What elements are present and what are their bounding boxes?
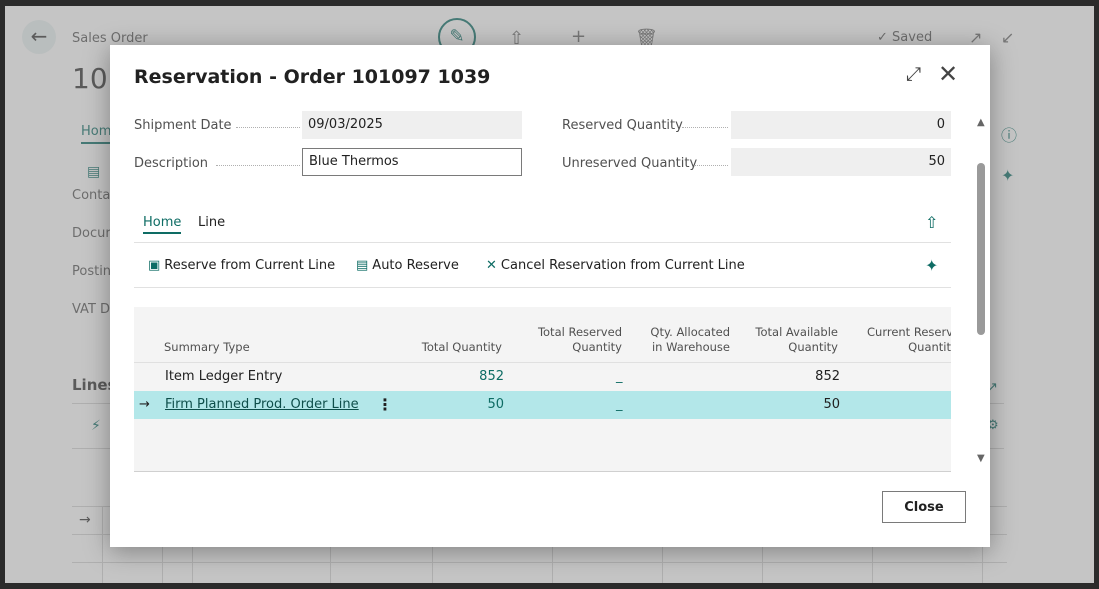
- unreserved-quantity-label: Unreserved Quantity: [562, 156, 698, 171]
- unreserved-quantity-field: 50: [731, 148, 951, 176]
- tab-home[interactable]: Home: [143, 215, 182, 234]
- shipment-date-label: Shipment Date: [134, 118, 232, 133]
- row-more-options-icon[interactable]: ⋮: [377, 391, 393, 419]
- auto-reserve-icon: ▤: [356, 258, 369, 273]
- divider: [134, 242, 951, 243]
- total-available-cell: 852: [815, 369, 840, 384]
- cancel-x-icon: ✕: [486, 258, 497, 273]
- col-header-current-reserved[interactable]: Current Reserve Quantit: [867, 325, 951, 355]
- cancel-reservation-button[interactable]: ✕ Cancel Reservation from Current Line: [486, 258, 745, 273]
- col-header-total-available[interactable]: Total Available Quantity: [738, 325, 838, 355]
- close-button[interactable]: Close: [882, 491, 966, 523]
- total-reserved-cell[interactable]: _: [616, 363, 623, 391]
- reservation-dialog: Reservation - Order 101097 1039 ⤢ ✕ Ship…: [110, 45, 990, 547]
- leader-dots: [694, 165, 728, 166]
- col-header-summary-type[interactable]: Summary Type: [164, 340, 250, 355]
- summary-type-cell: Item Ledger Entry: [165, 369, 283, 384]
- share-icon[interactable]: ⇧: [925, 213, 938, 232]
- reserve-from-current-line-button[interactable]: ▣ Reserve from Current Line: [148, 258, 335, 273]
- col-header-qty-allocated[interactable]: Qty. Allocated in Warehouse: [630, 325, 730, 355]
- close-icon[interactable]: ✕: [938, 60, 958, 88]
- table-row[interactable]: Item Ledger Entry 852 _ 852: [134, 362, 951, 390]
- scroll-down-arrow-icon[interactable]: ▼: [977, 453, 985, 464]
- row-arrow-icon: →: [139, 397, 150, 412]
- description-input[interactable]: Blue Thermos: [302, 148, 522, 176]
- reserve-icon: ▣: [148, 258, 161, 273]
- description-label: Description: [134, 156, 209, 171]
- pin-icon[interactable]: ✦: [925, 256, 938, 275]
- scrollbar-thumb[interactable]: [977, 163, 985, 335]
- auto-reserve-button[interactable]: ▤ Auto Reserve: [356, 258, 459, 273]
- tab-line[interactable]: Line: [198, 215, 225, 230]
- total-reserved-cell[interactable]: _: [616, 391, 623, 419]
- leader-dots: [216, 165, 300, 166]
- col-header-total-reserved[interactable]: Total Reserved Quantity: [512, 325, 622, 355]
- total-quantity-cell[interactable]: 50: [394, 391, 504, 419]
- dialog-title: Reservation - Order 101097 1039: [134, 66, 491, 88]
- shipment-date-field: 09/03/2025: [302, 111, 522, 139]
- summary-grid: Summary Type Total Quantity Total Reserv…: [134, 307, 951, 471]
- total-quantity-cell[interactable]: 852: [394, 363, 504, 391]
- expand-icon[interactable]: ⤢: [906, 63, 921, 85]
- total-available-cell: 50: [823, 397, 840, 412]
- leader-dots: [682, 127, 728, 128]
- divider: [134, 287, 951, 288]
- reserved-quantity-label: Reserved Quantity: [562, 118, 683, 133]
- reserved-quantity-field: 0: [731, 111, 951, 139]
- summary-type-link[interactable]: Firm Planned Prod. Order Line: [165, 391, 359, 419]
- col-header-total-quantity[interactable]: Total Quantity: [392, 340, 502, 355]
- leader-dots: [236, 127, 300, 128]
- divider: [134, 471, 951, 472]
- scroll-up-arrow-icon[interactable]: ▲: [977, 117, 985, 128]
- table-row-selected[interactable]: → Firm Planned Prod. Order Line ⋮ 50 _ 5…: [134, 391, 951, 419]
